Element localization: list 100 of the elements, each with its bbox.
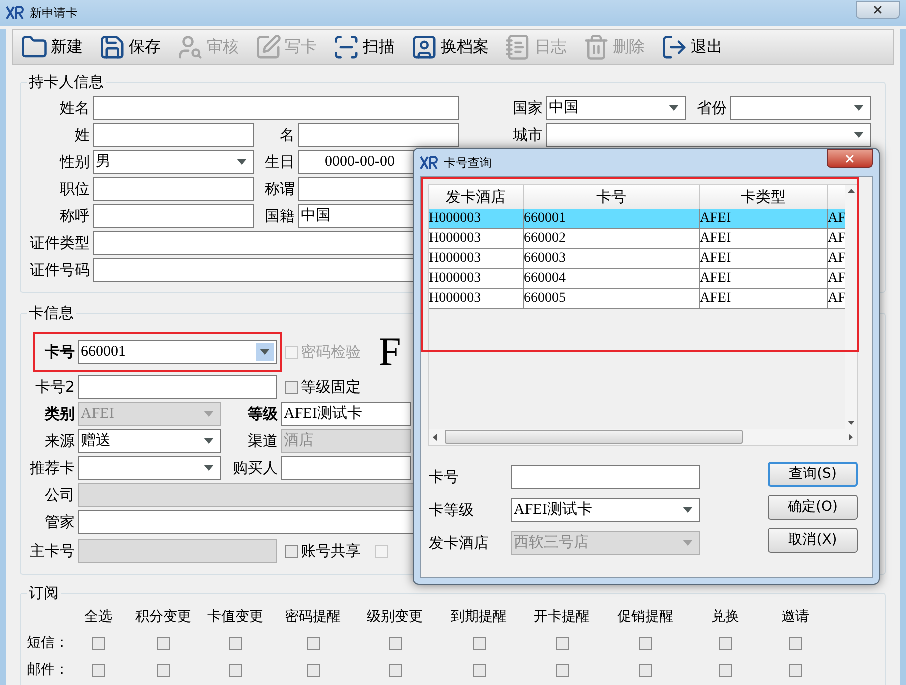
checkbox[interactable] [789, 664, 802, 676]
dropdown-field[interactable] [78, 456, 221, 480]
column-header[interactable]: 卡类型 [700, 185, 828, 209]
checkbox[interactable] [639, 636, 652, 650]
table-cell: AFEI [700, 249, 828, 268]
field-label: 证件号码 [29, 260, 91, 281]
close-icon [872, 4, 884, 16]
table-row[interactable]: H000003 660002 AFEI AF [429, 229, 846, 249]
scroll-right-icon[interactable] [849, 434, 853, 441]
checkbox[interactable] [285, 544, 298, 558]
close-button[interactable] [856, 1, 900, 19]
field-label: 购买人 [232, 458, 279, 479]
user-search-icon [177, 34, 204, 60]
checkbox[interactable] [92, 636, 105, 650]
table-cell: 660004 [524, 269, 700, 288]
checkbox[interactable] [719, 636, 732, 650]
table-row[interactable]: H000003 660003 AFEI AF [429, 249, 846, 269]
dropdown-field[interactable] [546, 123, 871, 147]
dropdown-field[interactable] [730, 96, 871, 120]
checkbox[interactable] [229, 636, 242, 650]
checkbox[interactable] [285, 380, 298, 394]
column-header: 积分变更 [136, 608, 192, 626]
input-field[interactable] [281, 456, 411, 480]
table-row[interactable]: H000003 660001 AFEI AF [429, 209, 846, 229]
dropdown-field[interactable]: 660001 [78, 340, 277, 364]
dropdown-field[interactable]: 中国 [546, 96, 686, 120]
checkbox[interactable] [472, 664, 486, 676]
checkbox[interactable] [157, 664, 170, 676]
checkbox[interactable] [472, 636, 486, 650]
horizontal-scrollbar[interactable] [429, 429, 857, 445]
large-letter: F [379, 332, 402, 372]
checkbox[interactable] [306, 664, 320, 676]
scroll-down-icon[interactable] [848, 421, 855, 426]
checkbox[interactable] [388, 636, 402, 650]
trash-icon [583, 34, 610, 60]
field-label: 卡号 [429, 466, 460, 488]
window-title: 新申请卡 [30, 5, 78, 22]
dropdown-field[interactable]: AFEI测试卡 [511, 498, 700, 522]
field-label: 称谓 [264, 178, 296, 200]
field-label: 称呼 [59, 206, 91, 227]
scroll-up-icon[interactable] [848, 189, 855, 193]
input-field[interactable] [93, 204, 254, 228]
field-label: 管家 [44, 512, 76, 533]
close-button[interactable] [827, 149, 873, 168]
table-cell: H000003 [429, 209, 524, 228]
dialog-button[interactable]: 确定(O) [768, 495, 858, 520]
table-row[interactable]: H000003 660005 AFEI AF [429, 289, 846, 309]
row-label: 邮件： [26, 660, 68, 680]
input-field[interactable] [298, 123, 459, 147]
field-label: 主卡号 [29, 540, 76, 562]
checkbox-label: 密码检验 [301, 342, 361, 363]
checkbox[interactable] [556, 664, 568, 676]
table-cell: H000003 [429, 229, 524, 248]
toolbar-button[interactable]: 扫描 [331, 32, 397, 62]
field-label: 来源 [44, 430, 76, 452]
checkbox[interactable] [229, 664, 242, 676]
field-label: 国家 [512, 98, 544, 119]
checkbox[interactable] [306, 636, 320, 650]
toolbar-button[interactable]: 保存 [97, 32, 163, 62]
column-header: 密码提醒 [285, 608, 341, 626]
toolbar-button[interactable]: 换档案 [409, 32, 491, 62]
checkbox[interactable] [639, 664, 652, 676]
checkbox[interactable] [157, 636, 170, 650]
field-label: 推荐卡 [29, 458, 76, 479]
table-row[interactable]: H000003 660004 AFEI AF [429, 269, 846, 289]
input-field[interactable]: AFEI测试卡 [281, 402, 411, 426]
field-label: 发卡酒店 [429, 532, 490, 554]
checkbox[interactable] [789, 636, 802, 650]
toolbar-button[interactable]: 新建 [19, 32, 85, 62]
input-field[interactable] [511, 465, 700, 489]
scroll-left-icon[interactable] [433, 434, 437, 441]
checkbox[interactable] [92, 664, 105, 676]
input-field[interactable] [93, 177, 254, 201]
dropdown-field[interactable]: 男 [93, 150, 254, 174]
toolbar-button[interactable]: 退出 [659, 32, 725, 62]
dialog-button[interactable]: 查询(S) [768, 462, 858, 487]
dialog-button[interactable]: 取消(X) [768, 528, 858, 553]
column-header: 开卡提醒 [534, 608, 590, 626]
table-cell: AFEI [700, 229, 828, 248]
vertical-scrollbar[interactable] [845, 185, 857, 430]
column-header[interactable]: 卡号 [524, 185, 700, 209]
table-cell: 660005 [524, 289, 700, 308]
column-header: 促销提醒 [618, 608, 674, 626]
app-logo-icon [6, 6, 24, 20]
close-icon [844, 152, 856, 164]
checkbox[interactable] [719, 664, 732, 676]
checkbox[interactable] [556, 636, 568, 650]
dropdown-field[interactable]: 赠送 [78, 429, 221, 453]
checkbox[interactable] [388, 664, 402, 676]
table-cell: H000003 [429, 249, 524, 268]
column-header[interactable]: 发卡酒店 [429, 185, 524, 209]
column-header: 兑换 [712, 608, 740, 626]
field-label: 国籍 [264, 206, 296, 227]
input-field[interactable] [93, 123, 254, 147]
input-field[interactable] [93, 96, 459, 120]
column-header: 到期提醒 [451, 608, 507, 626]
group-title: 订阅 [27, 583, 61, 603]
input-field[interactable] [78, 375, 277, 399]
field-label: 名 [279, 124, 296, 146]
field-label: 姓 [74, 124, 91, 146]
